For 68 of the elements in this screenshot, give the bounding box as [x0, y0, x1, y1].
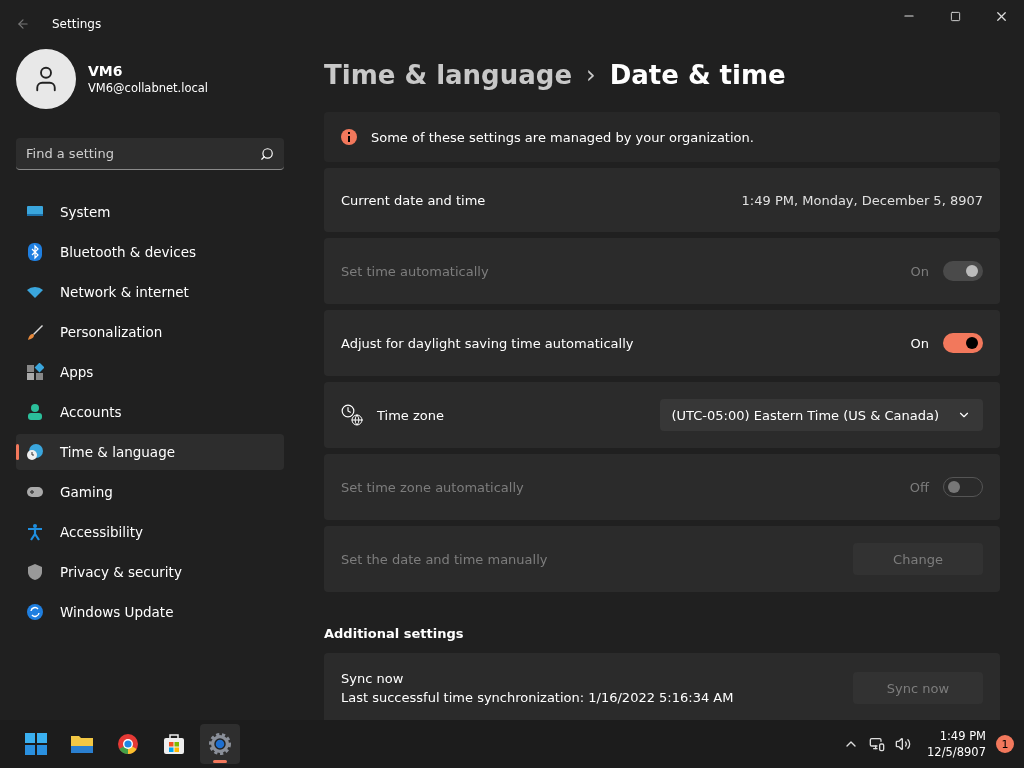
- sidebar-item-label: System: [60, 204, 111, 220]
- clock-time: 1:49 PM: [939, 729, 986, 743]
- sidebar-item[interactable]: System: [16, 194, 284, 230]
- breadcrumb-separator: ›: [586, 61, 596, 89]
- account-email: VM6@collabnet.local: [88, 81, 209, 95]
- speaker-icon[interactable]: [895, 736, 912, 752]
- sidebar-item[interactable]: Privacy & security: [16, 554, 284, 590]
- sidebar-item-label: Bluetooth & devices: [60, 244, 197, 260]
- apps-icon: [26, 363, 44, 381]
- network-icon[interactable]: [869, 736, 886, 752]
- wifi-icon: [26, 285, 44, 299]
- sidebar-item[interactable]: Personalization: [16, 314, 284, 350]
- globe-clock-icon: [341, 404, 363, 426]
- sidebar-item-label: Network & internet: [60, 284, 189, 300]
- sidebar-item[interactable]: Gaming: [16, 474, 284, 510]
- taskbar-clock[interactable]: 1:49 PM 12/5/8907: [927, 729, 986, 759]
- window-title: Settings: [52, 17, 102, 31]
- search-field[interactable]: Find a setting: [16, 138, 284, 170]
- bluetooth-icon: [28, 243, 42, 261]
- paintbrush-icon: [26, 323, 44, 341]
- page-title: Date & time: [609, 60, 786, 90]
- globe-clock-icon: [26, 443, 44, 461]
- time-zone-dropdown[interactable]: (UTC-05:00) Eastern Time (US & Canada): [659, 399, 983, 431]
- date-time-value: 1:49 PM, Monday, December 5, 8907: [741, 192, 983, 208]
- notice-text: Some of these settings are managed by your organization.: [371, 129, 754, 145]
- toggle-state-label: Off: [909, 479, 929, 495]
- sidebar-item[interactable]: Windows Update: [16, 594, 284, 630]
- sidebar-item-label: Windows Update: [60, 604, 174, 620]
- avatar: [16, 49, 76, 109]
- maximize-icon: [949, 10, 961, 22]
- setting-label: Set time zone automatically: [341, 479, 524, 495]
- setting-label: Time zone: [377, 407, 444, 423]
- sync-icon: [26, 603, 44, 621]
- sidebar-item[interactable]: Accounts: [16, 394, 284, 430]
- sidebar-item-label: Apps: [60, 364, 94, 380]
- accessibility-icon: [27, 523, 43, 541]
- notification-badge[interactable]: 1: [996, 735, 1014, 753]
- sidebar-item-label: Accounts: [60, 404, 122, 420]
- toggle-state-label: On: [910, 263, 929, 279]
- section-heading: Additional settings: [324, 626, 465, 641]
- setting-label: Set the date and time manually: [341, 551, 548, 567]
- info-icon: [341, 129, 357, 145]
- sidebar-item[interactable]: Time & language: [16, 434, 284, 470]
- setting-label: Current date and time: [341, 192, 486, 208]
- sidebar-item-label: Accessibility: [60, 524, 144, 540]
- person-icon: [27, 403, 43, 421]
- setting-label: Sync now: [341, 671, 405, 686]
- sidebar-item[interactable]: Network & internet: [16, 274, 284, 310]
- setting-label: Adjust for daylight saving time automatically: [341, 335, 634, 351]
- search-icon: [260, 147, 274, 161]
- gear-taskbar-icon[interactable]: [200, 724, 240, 764]
- clock-date: 12/5/8907: [927, 745, 986, 759]
- setting-label: Set time automatically: [341, 263, 489, 279]
- sidebar-item-label: Personalization: [60, 324, 163, 340]
- sidebar-item-label: Gaming: [60, 484, 113, 500]
- breadcrumb-parent[interactable]: Time & language: [324, 60, 573, 90]
- sidebar-item-label: Privacy & security: [60, 564, 182, 580]
- sidebar-item[interactable]: Accessibility: [16, 514, 284, 550]
- sidebar-item[interactable]: Bluetooth & devices: [16, 234, 284, 270]
- account-name: VM6: [88, 63, 124, 79]
- gamepad-icon: [26, 485, 44, 499]
- sidebar-item-label: Time & language: [60, 444, 175, 460]
- sync-detail: Last successful time synchronization: 1/16/2022 5:16:34 AM: [341, 690, 734, 705]
- toggle-switch[interactable]: [943, 333, 983, 353]
- shield-icon: [27, 563, 43, 581]
- toggle-state-label: On: [910, 335, 929, 351]
- four-squares-icon: [25, 733, 47, 755]
- sidebar-item[interactable]: Apps: [16, 354, 284, 390]
